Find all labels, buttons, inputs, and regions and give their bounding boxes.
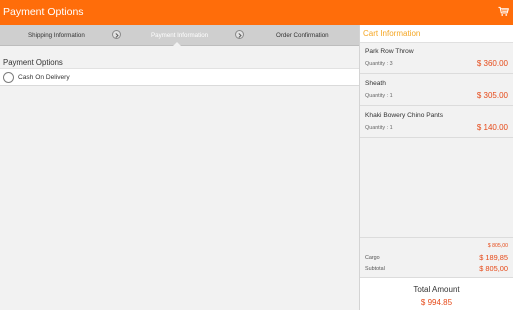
cargo-label: Cargo [365, 255, 380, 261]
payment-option-cash-on-delivery[interactable]: Cash On Delivery [0, 68, 359, 86]
cart-item-price: $ 305.00 [476, 91, 508, 100]
total-amount-label: Total Amount [413, 285, 460, 294]
cart-item: Sheath Quantity : 1 $ 305.00 [360, 75, 513, 106]
cart-header: Cart Information [360, 25, 513, 43]
items-total-value: $ 805,00 [487, 243, 508, 249]
step-order-confirmation[interactable]: Order Confirmation [276, 32, 329, 39]
cart-item-quantity: Quantity : 1 [365, 125, 393, 131]
cart-item-name: Khaki Bowery Chino Pants [365, 112, 444, 119]
cart-item-price: $ 140.00 [476, 123, 508, 132]
app-bar: Payment Options [0, 0, 513, 25]
subtotal-label: Subtotal [365, 266, 385, 272]
payment-options-title: Payment Options [3, 58, 63, 67]
payment-panel: Payment Options Cash On Delivery [0, 46, 360, 310]
cart-panel: Cart Information Park Row Throw Quantity… [360, 25, 513, 310]
cart-item: Park Row Throw Quantity : 3 $ 360.00 [360, 43, 513, 74]
cart-item-name: Sheath [365, 80, 386, 87]
subtotal-value: $ 805,00 [479, 264, 508, 273]
total-amount-value: $ 994.85 [420, 298, 453, 307]
step-payment-information[interactable]: Payment Information [151, 32, 208, 39]
cart-title: Cart Information [363, 29, 421, 38]
payment-option-label: Cash On Delivery [18, 74, 70, 81]
cart-icon[interactable] [498, 6, 509, 17]
radio-button[interactable] [3, 72, 14, 83]
cart-item: Khaki Bowery Chino Pants Quantity : 1 $ … [360, 107, 513, 138]
cart-item-quantity: Quantity : 3 [365, 61, 393, 67]
cart-totals: $ 805,00 Cargo $ 189,85 Subtotal $ 805,0… [360, 237, 513, 276]
cargo-value: $ 189,85 [479, 253, 508, 262]
cart-item-quantity: Quantity : 1 [365, 93, 393, 99]
page-title: Payment Options [3, 6, 84, 18]
total-amount-box: Total Amount $ 994.85 [360, 277, 513, 310]
cart-item-price: $ 360.00 [476, 59, 508, 68]
chevron-right-icon [235, 30, 244, 39]
step-shipping-information[interactable]: Shipping Information [28, 32, 85, 39]
chevron-right-icon [112, 30, 121, 39]
cart-item-name: Park Row Throw [365, 48, 414, 55]
